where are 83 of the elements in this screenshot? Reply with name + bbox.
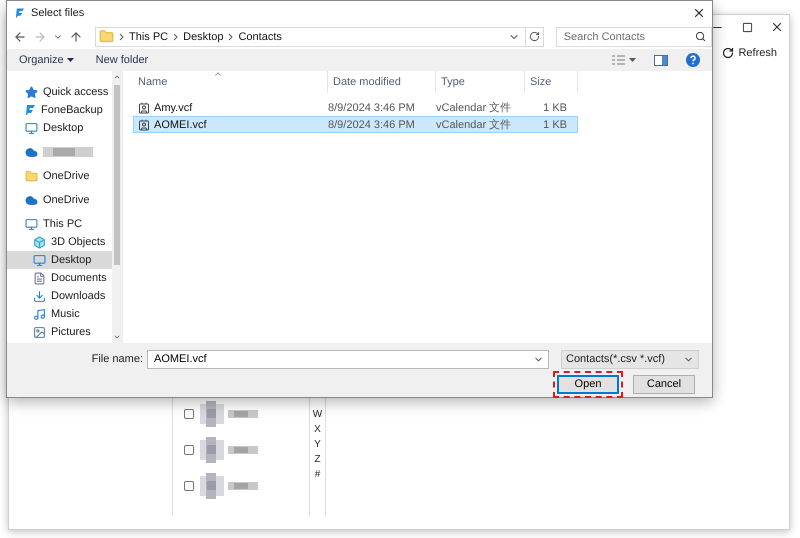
file-name-label: File name: xyxy=(92,353,144,365)
download-icon xyxy=(33,290,46,302)
file-name-cell: Amy.vcf xyxy=(134,102,324,114)
help-icon[interactable] xyxy=(686,53,700,67)
contact-checkbox[interactable] xyxy=(184,445,194,455)
blurred-label xyxy=(43,147,93,157)
new-folder-button[interactable]: New folder xyxy=(96,54,148,66)
dialog-title: Select files xyxy=(31,6,86,18)
size-cell-text: 1 KB xyxy=(542,118,568,130)
cloud-icon xyxy=(25,194,38,206)
type-cell-text: vCalendar 文件 xyxy=(435,100,512,115)
monitor-icon xyxy=(25,122,38,134)
sidebar-item[interactable]: Quick access xyxy=(7,83,112,101)
sidebar-item[interactable]: Desktop xyxy=(7,119,112,137)
sidebar-item[interactable]: FoneBackup xyxy=(7,101,112,119)
index-letter[interactable]: Y xyxy=(314,439,321,451)
date-cell-text: 8/9/2024 3:46 PM xyxy=(327,102,416,114)
cloud-icon xyxy=(25,146,38,158)
file-name-input[interactable]: AOMEI.vcf xyxy=(152,352,533,366)
view-options-icon[interactable] xyxy=(612,55,636,65)
app-logo-icon xyxy=(25,104,36,116)
scroll-up-icon[interactable] xyxy=(113,73,121,81)
cube-icon xyxy=(33,236,46,248)
preview-pane-icon[interactable] xyxy=(654,54,668,66)
search-icon[interactable] xyxy=(695,31,706,42)
breadcrumb[interactable]: This PC xyxy=(129,30,168,42)
folder-icon xyxy=(99,29,114,44)
image-icon xyxy=(33,326,46,338)
sidebar-item[interactable]: Music xyxy=(7,305,112,323)
index-letter[interactable]: # xyxy=(314,469,320,481)
cancel-button[interactable]: Cancel xyxy=(633,374,695,394)
column-header[interactable]: Date modified xyxy=(328,71,436,93)
column-header[interactable]: Name xyxy=(133,71,328,93)
blurred-contact xyxy=(198,473,260,499)
type-cell-text: vCalendar 文件 xyxy=(435,118,512,132)
refresh-icon xyxy=(722,47,734,59)
music-icon xyxy=(33,308,46,320)
index-letter[interactable]: X xyxy=(314,424,321,436)
index-letter[interactable]: W xyxy=(312,409,322,421)
up-arrow-icon[interactable] xyxy=(69,30,83,44)
contact-checkbox[interactable] xyxy=(184,481,194,491)
monitor-icon xyxy=(33,254,46,266)
index-letter[interactable]: Z xyxy=(314,454,321,466)
computer-icon xyxy=(25,218,38,230)
search-field[interactable]: Search Contacts xyxy=(556,26,712,46)
contact-checkbox[interactable] xyxy=(184,409,194,419)
sidebar-item[interactable]: This PC xyxy=(7,215,112,233)
chevron-right-icon xyxy=(119,32,124,40)
sidebar-item[interactable]: OneDrive xyxy=(7,167,112,185)
breadcrumb[interactable]: Contacts xyxy=(238,30,282,42)
sidebar-item[interactable]: 3D Objects xyxy=(7,233,112,251)
contact-card-icon xyxy=(138,102,150,114)
folder-icon xyxy=(25,170,38,182)
breadcrumb[interactable]: Desktop xyxy=(183,30,224,42)
column-header[interactable]: Type xyxy=(436,71,525,93)
sidebar-item[interactable]: OneDrive xyxy=(7,191,112,209)
file-name-cell: AOMEI.vcf xyxy=(134,118,324,130)
blurred-contact xyxy=(198,401,260,427)
column-header[interactable]: Size xyxy=(525,71,578,93)
file-name-field[interactable]: AOMEI.vcf xyxy=(147,350,549,368)
file-row[interactable]: Amy.vcf 8/9/2024 3:46 PM vCalendar 文件 1 KB xyxy=(133,99,578,116)
refresh-button[interactable]: Refresh xyxy=(720,45,779,61)
date-cell-text: 8/9/2024 3:46 PM xyxy=(327,118,416,130)
caret-icon xyxy=(66,58,74,62)
sidebar-item[interactable]: Documents xyxy=(7,269,112,287)
file-type-dropdown[interactable]: Contacts(*.csv *.vcf) xyxy=(561,350,699,368)
contact-card-icon xyxy=(138,118,150,130)
document-icon xyxy=(33,272,46,284)
sidebar-item[interactable]: Downloads xyxy=(7,287,112,305)
blurred-contact xyxy=(198,437,260,463)
app-logo-icon xyxy=(15,6,25,18)
back-icon[interactable] xyxy=(13,30,27,44)
open-button[interactable]: Open xyxy=(557,374,619,394)
address-bar[interactable]: This PC Desktop Contacts xyxy=(95,26,544,46)
chevron-right-icon xyxy=(173,32,178,40)
sidebar-item[interactable]: Pictures xyxy=(7,323,112,341)
organize-button[interactable]: Organize xyxy=(19,54,74,66)
scroll-down-icon[interactable] xyxy=(113,333,121,341)
sidebar-item[interactable]: Desktop xyxy=(7,251,112,269)
size-cell-text: 1 KB xyxy=(542,102,568,114)
star-icon xyxy=(25,86,38,98)
file-row[interactable]: AOMEI.vcf 8/9/2024 3:46 PM vCalendar 文件 1 KB xyxy=(133,116,578,133)
chevron-right-icon xyxy=(228,32,234,40)
